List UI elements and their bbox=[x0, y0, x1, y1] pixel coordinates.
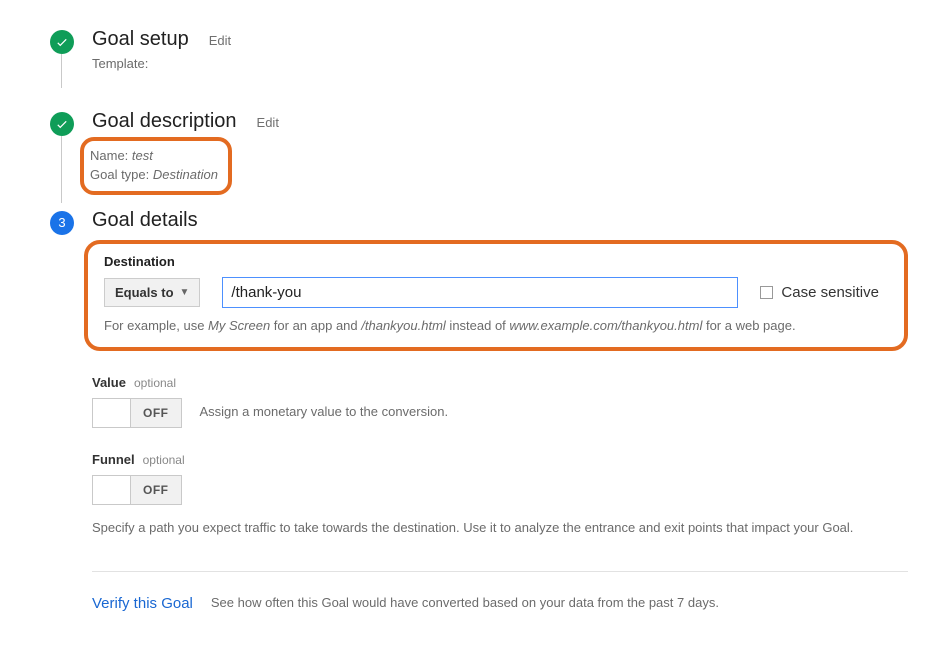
step-title: Goal description bbox=[92, 110, 237, 133]
value-section: Value optional OFF Assign a monetary val… bbox=[92, 375, 908, 428]
edit-link-description[interactable]: Edit bbox=[257, 115, 279, 130]
step-goal-setup: Goal setup Edit Template: bbox=[50, 28, 908, 80]
toggle-state: OFF bbox=[131, 483, 181, 497]
name-value: test bbox=[132, 148, 153, 163]
toggle-knob bbox=[93, 399, 131, 427]
destination-input[interactable] bbox=[222, 277, 738, 308]
match-type-value: Equals to bbox=[115, 285, 174, 300]
match-type-dropdown[interactable]: Equals to ▼ bbox=[104, 278, 200, 307]
step-goal-description: Goal description Edit Name: test Goal ty… bbox=[50, 110, 908, 195]
step-goal-details: 3 Goal details Destination Equals to ▼ C… bbox=[50, 209, 908, 614]
case-sensitive-checkbox[interactable] bbox=[760, 286, 773, 299]
template-summary: Template: bbox=[92, 55, 908, 80]
goal-type-label: Goal type: bbox=[90, 167, 149, 182]
step-number-badge: 3 bbox=[50, 211, 74, 235]
toggle-knob bbox=[93, 476, 131, 504]
step-title: Goal setup bbox=[92, 28, 189, 51]
step-number: 3 bbox=[58, 215, 65, 230]
optional-label: optional bbox=[143, 453, 185, 467]
checkmark-icon bbox=[50, 30, 74, 54]
step-title: Goal details bbox=[92, 209, 198, 232]
verify-description: See how often this Goal would have conve… bbox=[211, 594, 719, 613]
chevron-down-icon: ▼ bbox=[180, 287, 190, 298]
verify-row: Verify this Goal See how often this Goal… bbox=[92, 594, 908, 613]
case-sensitive-label: Case sensitive bbox=[781, 284, 879, 301]
destination-heading: Destination bbox=[104, 254, 888, 269]
funnel-section: Funnel optional OFF Specify a path you e… bbox=[92, 452, 908, 538]
destination-hint: For example, use My Screen for an app an… bbox=[104, 318, 888, 333]
destination-row: Equals to ▼ Case sensitive bbox=[104, 277, 888, 308]
value-label: Value bbox=[92, 375, 126, 390]
verify-goal-link[interactable]: Verify this Goal bbox=[92, 595, 193, 612]
edit-link-setup[interactable]: Edit bbox=[209, 33, 231, 48]
name-label: Name: bbox=[90, 148, 128, 163]
goal-type-value: Destination bbox=[153, 167, 218, 182]
value-description: Assign a monetary value to the conversio… bbox=[200, 403, 449, 422]
step-connector bbox=[61, 136, 62, 203]
toggle-state: OFF bbox=[131, 406, 181, 420]
funnel-label: Funnel bbox=[92, 452, 135, 467]
step-connector bbox=[61, 54, 62, 88]
case-sensitive-label-wrap[interactable]: Case sensitive bbox=[760, 284, 879, 301]
section-divider bbox=[92, 571, 908, 572]
funnel-description: Specify a path you expect traffic to tak… bbox=[92, 519, 882, 538]
value-toggle[interactable]: OFF bbox=[92, 398, 182, 428]
destination-highlight: Destination Equals to ▼ Case sensitive F… bbox=[84, 240, 908, 351]
checkmark-icon bbox=[50, 112, 74, 136]
funnel-toggle[interactable]: OFF bbox=[92, 475, 182, 505]
description-highlight: Name: test Goal type: Destination bbox=[80, 137, 232, 195]
optional-label: optional bbox=[134, 376, 176, 390]
